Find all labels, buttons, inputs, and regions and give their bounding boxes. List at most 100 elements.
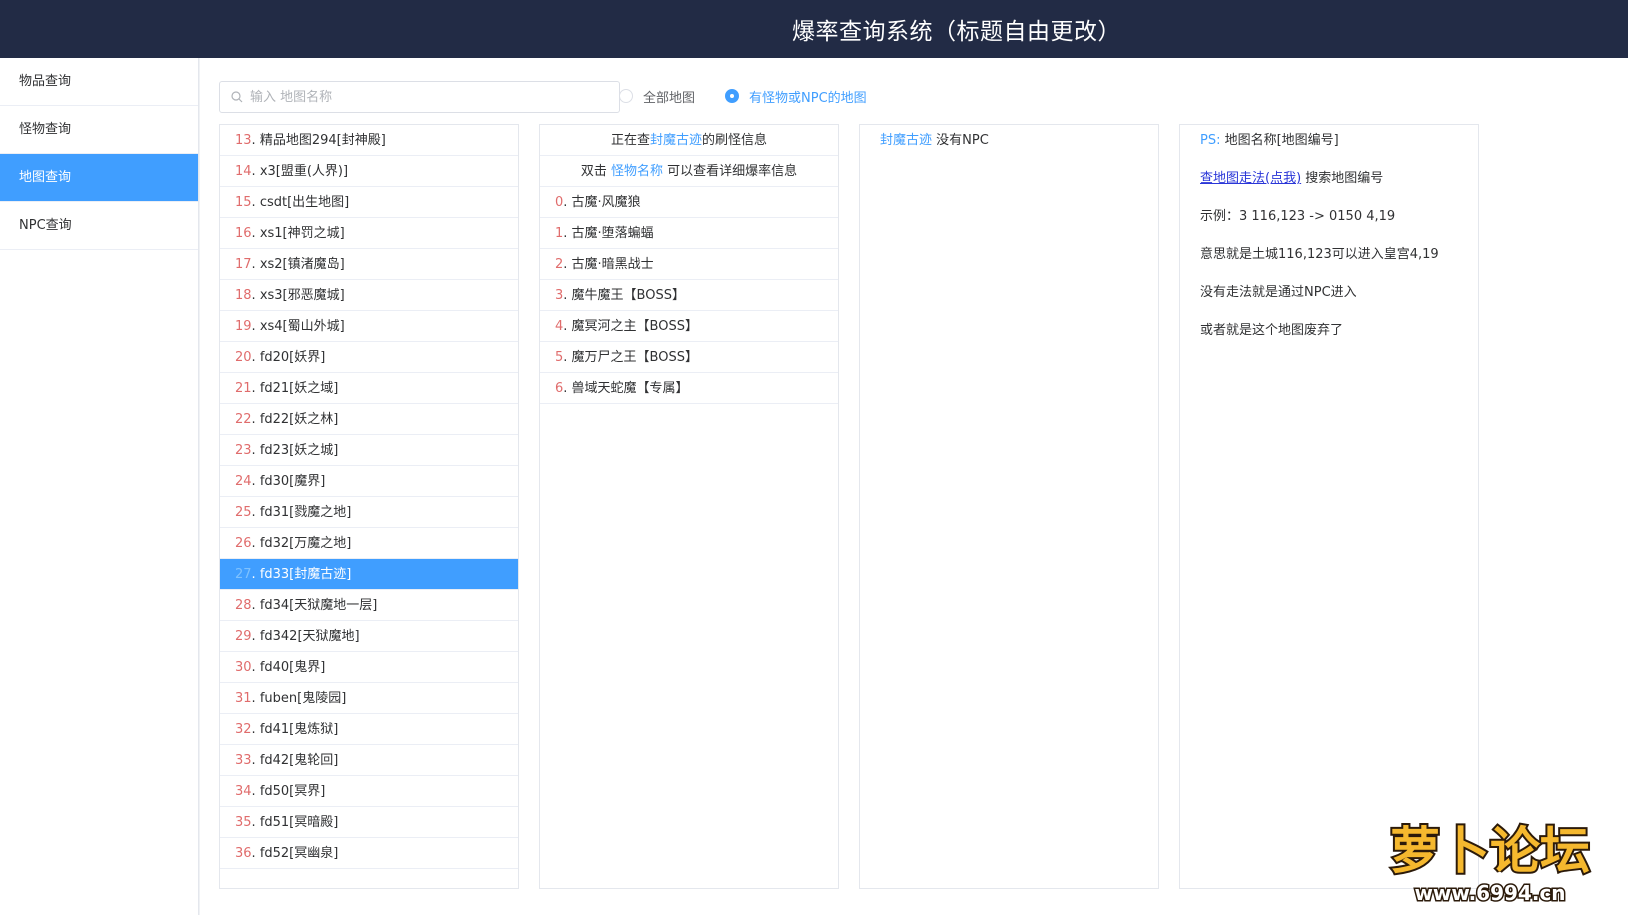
- monster-list-item[interactable]: 3. 魔牛魔王【BOSS】: [540, 280, 838, 311]
- map-list-item[interactable]: 32. fd41[鬼炼狱]: [220, 714, 518, 745]
- separator: .: [251, 195, 260, 210]
- main-content: 全部地图 有怪物或NPC的地图 13. 精品地图294[封神殿]14. x3[盟…: [200, 58, 1628, 915]
- map-list-item[interactable]: 16. xs1[神罚之城]: [220, 218, 518, 249]
- map-list-item[interactable]: 13. 精品地图294[封神殿]: [220, 125, 518, 156]
- map-route-link[interactable]: 查地图走法(点我): [1200, 171, 1301, 186]
- radio-all-maps[interactable]: 全部地图: [619, 86, 695, 106]
- ps-abandoned: 或者就是这个地图废弃了: [1200, 323, 1344, 338]
- map-index: 13: [235, 133, 252, 148]
- map-name: xs1[神罚之城]: [259, 226, 345, 241]
- separator: .: [251, 598, 260, 613]
- npc-panel: 封魔古迹 没有NPC: [859, 124, 1159, 889]
- separator: .: [251, 505, 260, 520]
- radio-label: 全部地图: [643, 90, 696, 106]
- sidebar: 物品查询 怪物查询 地图查询 NPC查询: [0, 58, 199, 915]
- map-name: fd30[魔界]: [259, 474, 326, 489]
- map-name: fd50[冥界]: [259, 784, 326, 799]
- separator: .: [563, 319, 572, 334]
- separator: .: [251, 784, 260, 799]
- separator: .: [251, 691, 260, 706]
- monster-panel: 正在查封魔古迹的刷怪信息 双击 怪物名称 可以查看详细爆率信息 0. 古魔·风魔…: [539, 124, 839, 889]
- map-list-item[interactable]: 25. fd31[戮魔之地]: [220, 497, 518, 528]
- radio-maps-with-monster-npc[interactable]: 有怪物或NPC的地图: [725, 86, 867, 106]
- map-list-item[interactable]: 26. fd32[万魔之地]: [220, 528, 518, 559]
- map-index: 22: [235, 412, 252, 427]
- hint-monster-name: 怪物名称: [610, 164, 663, 179]
- map-name: fd40[鬼界]: [259, 660, 326, 675]
- separator: .: [251, 536, 260, 551]
- app-header: 爆率查询系统（标题自由更改）: [0, 0, 1628, 58]
- map-list-item[interactable]: 17. xs2[镇渚魔岛]: [220, 249, 518, 280]
- map-index: 20: [235, 350, 252, 365]
- map-name: fuben[鬼陵园]: [259, 691, 347, 706]
- separator: .: [563, 288, 572, 303]
- map-index: 17: [235, 257, 252, 272]
- map-list-item[interactable]: 18. xs3[邪恶魔城]: [220, 280, 518, 311]
- separator: .: [563, 257, 572, 272]
- map-index: 16: [235, 226, 252, 241]
- map-index: 19: [235, 319, 252, 334]
- monster-list: 0. 古魔·风魔狼 1. 古魔·堕落蝙蝠 2. 古魔·暗黑战士 3. 魔牛魔王【BOS…: [540, 187, 838, 404]
- monster-name: 魔万尸之王【BOSS】: [571, 350, 698, 365]
- hint-prefix: 双击: [580, 164, 611, 179]
- map-list-item[interactable]: 24. fd30[魔界]: [220, 466, 518, 497]
- page-title: 爆率查询系统（标题自由更改）: [792, 19, 1121, 45]
- map-search-input[interactable]: [250, 82, 610, 112]
- separator: .: [251, 350, 260, 365]
- map-list-item[interactable]: 23. fd23[妖之城]: [220, 435, 518, 466]
- monster-list-item[interactable]: 6. 兽域天蛇魔【专属】: [540, 373, 838, 404]
- map-list-item[interactable]: 35. fd51[冥暗殿]: [220, 807, 518, 838]
- map-list-item[interactable]: 29. fd342[天狱魔地]: [220, 621, 518, 652]
- map-list-item[interactable]: 20. fd20[妖界]: [220, 342, 518, 373]
- separator: .: [251, 660, 260, 675]
- ps-format-line: PS: 地图名称[地图编号]: [1180, 131, 1478, 151]
- map-list-item[interactable]: 15. csdt[出生地图]: [220, 187, 518, 218]
- map-list-item[interactable]: 33. fd42[鬼轮回]: [220, 745, 518, 776]
- radio-dot[interactable]: [619, 89, 633, 103]
- map-name: fd21[妖之域]: [259, 381, 339, 396]
- map-name: 精品地图294[封神殿]: [259, 133, 386, 148]
- map-index: 21: [235, 381, 252, 396]
- map-index: 26: [235, 536, 252, 551]
- sidebar-item[interactable]: NPC查询: [0, 202, 198, 250]
- separator: .: [563, 195, 572, 210]
- separator: .: [251, 629, 260, 644]
- map-list-item[interactable]: 21. fd21[妖之域]: [220, 373, 518, 404]
- monster-list-item[interactable]: 4. 魔冥河之主【BOSS】: [540, 311, 838, 342]
- sidebar-item[interactable]: 物品查询: [0, 58, 198, 106]
- monster-name: 古魔·堕落蝙蝠: [571, 226, 654, 241]
- map-list-item[interactable]: 34. fd50[冥界]: [220, 776, 518, 807]
- separator: .: [251, 412, 260, 427]
- npc-map-name: 封魔古迹: [880, 133, 933, 148]
- map-index: 35: [235, 815, 252, 830]
- map-list-item[interactable]: 22. fd22[妖之林]: [220, 404, 518, 435]
- map-name: fd41[鬼炼狱]: [259, 722, 339, 737]
- monster-list-item[interactable]: 1. 古魔·堕落蝙蝠: [540, 218, 838, 249]
- separator: .: [251, 443, 260, 458]
- map-search-box[interactable]: [219, 81, 620, 113]
- map-list-item[interactable]: 19. xs4[蜀山外城]: [220, 311, 518, 342]
- separator: .: [251, 567, 260, 582]
- separator: .: [563, 226, 572, 241]
- monster-list-item[interactable]: 0. 古魔·风魔狼: [540, 187, 838, 218]
- separator: .: [251, 133, 260, 148]
- radio-dot[interactable]: [725, 89, 739, 103]
- ps-example: 示例：3 116,123 -> 0150 4,19: [1200, 209, 1396, 224]
- ps-no-route: 没有走法就是通过NPC进入: [1200, 285, 1357, 300]
- map-list-item[interactable]: 28. fd34[天狱魔地一层]: [220, 590, 518, 621]
- map-list-item[interactable]: 31. fuben[鬼陵园]: [220, 683, 518, 714]
- map-name: xs2[镇渚魔岛]: [259, 257, 345, 272]
- map-name: fd32[万魔之地]: [259, 536, 352, 551]
- sidebar-item[interactable]: 地图查询: [0, 154, 198, 202]
- monster-name: 兽域天蛇魔【专属】: [571, 381, 689, 396]
- map-list-item[interactable]: 14. x3[盟重(人界)]: [220, 156, 518, 187]
- map-index: 29: [235, 629, 252, 644]
- map-name: fd52[冥幽泉]: [259, 846, 339, 861]
- sidebar-item[interactable]: 怪物查询: [0, 106, 198, 154]
- monster-list-item[interactable]: 2. 古魔·暗黑战士: [540, 249, 838, 280]
- current-map-name: 封魔古迹: [649, 133, 702, 148]
- monster-list-item[interactable]: 5. 魔万尸之王【BOSS】: [540, 342, 838, 373]
- map-list-item[interactable]: 36. fd52[冥幽泉]: [220, 838, 518, 869]
- map-list-item[interactable]: 27. fd33[封魔古迹]: [220, 559, 518, 590]
- map-list-item[interactable]: 30. fd40[鬼界]: [220, 652, 518, 683]
